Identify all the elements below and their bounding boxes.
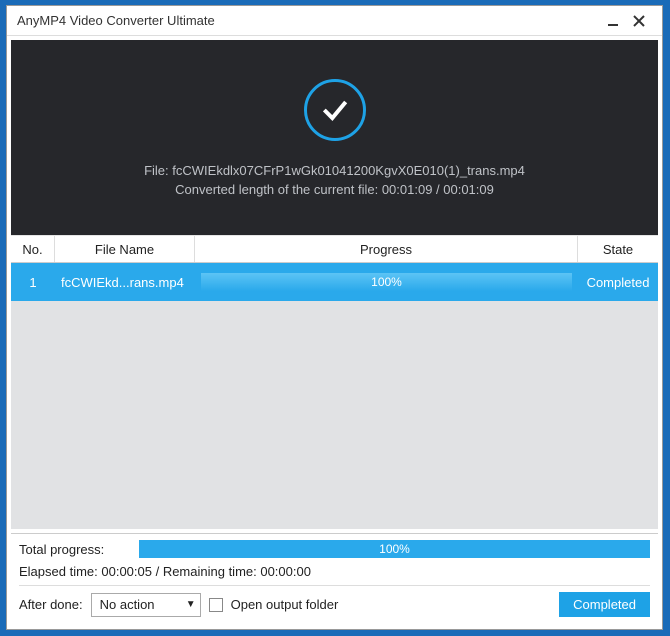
footer: Total progress: 100% Elapsed time: 00:00… [11,533,658,625]
cell-state: Completed [578,275,658,290]
titlebar: AnyMP4 Video Converter Ultimate [7,6,662,36]
converted-length-label: Converted length of the current file: 00… [175,182,494,197]
current-file-label: File: fcCWIEkdlx07CFrP1wGk01041200KgvX0E… [144,163,525,178]
chevron-down-icon: ▼ [186,599,196,610]
column-no: No. [11,236,55,262]
table-body: 1 fcCWIEkd...rans.mp4 100% Completed [11,263,658,529]
checkmark-circle-icon [304,79,366,141]
completed-button[interactable]: Completed [559,592,650,617]
close-button[interactable] [626,10,652,32]
after-done-label: After done: [19,597,83,612]
total-progress-text: 100% [139,540,650,558]
column-progress: Progress [195,236,578,262]
cell-progress: 100% [195,273,578,291]
after-done-value: No action [100,597,155,612]
elapsed-remaining-label: Elapsed time: 00:00:05 / Remaining time:… [19,564,650,586]
total-progress-bar: 100% [139,540,650,558]
cell-no: 1 [11,275,55,290]
window-title: AnyMP4 Video Converter Ultimate [17,13,215,28]
minimize-button[interactable] [600,10,626,32]
after-done-select[interactable]: No action ▼ [91,593,201,617]
row-progress-bar: 100% [201,273,572,291]
table-row[interactable]: 1 fcCWIEkd...rans.mp4 100% Completed [11,263,658,301]
after-done-row: After done: No action ▼ Open output fold… [19,592,650,617]
table-header: No. File Name Progress State [11,235,658,263]
column-file-name: File Name [55,236,195,262]
total-progress-row: Total progress: 100% [19,540,650,558]
total-progress-label: Total progress: [19,542,139,557]
row-progress-text: 100% [201,273,572,291]
open-output-folder-label: Open output folder [231,597,339,612]
column-state: State [578,236,658,262]
cell-file-name: fcCWIEkd...rans.mp4 [55,275,195,290]
status-hero: File: fcCWIEkdlx07CFrP1wGk01041200KgvX0E… [11,40,658,235]
open-output-folder-checkbox[interactable] [209,598,223,612]
app-window: AnyMP4 Video Converter Ultimate File: fc… [6,5,663,630]
